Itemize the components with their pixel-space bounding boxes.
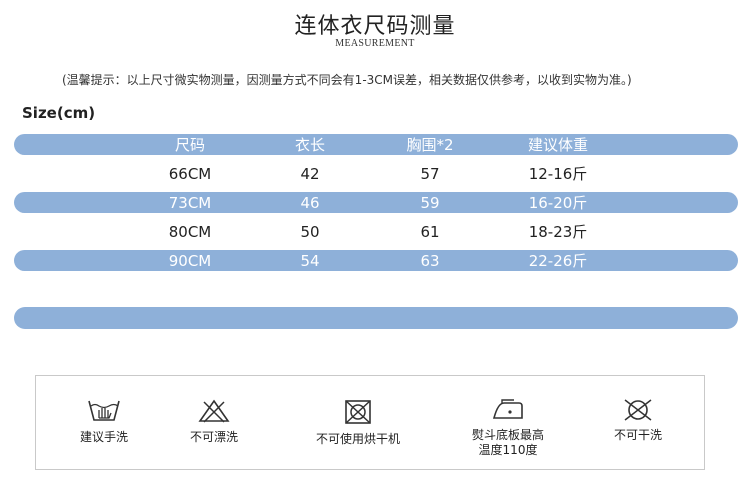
no-dry-clean-icon	[624, 399, 652, 421]
care-label: 不可漂洗	[189, 430, 238, 444]
care-item-no-dry-clean: 不可干洗	[578, 398, 698, 443]
measurement-note: (温馨提示：以上尺寸微实物测量，因测量方式不同会有1-3CM误差，相关数据仅供参…	[62, 73, 632, 87]
table-row: 66CM 42 57 12-16斤	[0, 162, 750, 186]
care-item-iron: 熨斗底板最高 温度110度	[448, 398, 568, 458]
cell-length: 42	[300, 165, 320, 183]
column-header-size: 尺码	[174, 136, 205, 154]
care-item-hand-wash: 建议手洗	[44, 398, 164, 445]
size-unit-label: Size(cm)	[22, 104, 96, 122]
cell-chest: 57	[420, 165, 440, 183]
care-label: 熨斗底板最高 温度110度	[448, 428, 568, 458]
care-item-no-bleach: 不可漂洗	[154, 398, 274, 445]
column-header-chest: 胸围*2	[406, 136, 454, 154]
empty-band	[14, 307, 738, 329]
cell-chest: 63	[420, 252, 440, 270]
table-row: 80CM 50 61 18-23斤	[0, 220, 750, 244]
cell-size: 90CM	[168, 252, 212, 270]
cell-length: 46	[300, 194, 320, 212]
cell-size: 66CM	[168, 165, 212, 183]
cell-length: 54	[300, 252, 320, 270]
table-header-row: 尺码 衣长 胸围*2 建议体重	[0, 133, 750, 157]
cell-chest: 59	[420, 194, 440, 212]
cell-weight: 22-26斤	[528, 252, 588, 270]
cell-weight: 16-20斤	[528, 194, 588, 212]
hand-wash-icon	[88, 400, 120, 421]
iron-110-icon	[492, 399, 523, 419]
cell-chest: 61	[420, 223, 440, 241]
no-bleach-icon	[198, 399, 230, 423]
column-header-weight: 建议体重	[527, 136, 588, 154]
table-row: 73CM 46 59 16-20斤	[0, 191, 750, 215]
care-label-line-2: 温度110度	[478, 443, 538, 457]
table-row: 90CM 54 63 22-26斤	[0, 249, 750, 273]
cell-weight: 18-23斤	[528, 223, 588, 241]
cell-length: 50	[300, 223, 320, 241]
column-header-length: 衣长	[294, 136, 325, 154]
care-instructions-box: 建议手洗 不可漂洗 不可使用烘干机 熨斗底板最高 温度110度 不可干洗	[35, 375, 705, 470]
care-item-no-tumble-dry: 不可使用烘干机	[298, 398, 418, 447]
care-label: 建议手洗	[79, 430, 128, 444]
care-label: 不可干洗	[613, 428, 662, 442]
care-label-line-1: 熨斗底板最高	[471, 428, 544, 442]
cell-weight: 12-16斤	[528, 165, 588, 183]
page-subtitle: MEASUREMENT	[335, 38, 415, 49]
cell-size: 73CM	[168, 194, 212, 212]
no-tumble-dry-icon	[345, 400, 371, 424]
cell-size: 80CM	[168, 223, 212, 241]
care-label: 不可使用烘干机	[315, 432, 400, 446]
page-title: 连体衣尺码测量	[294, 14, 456, 39]
